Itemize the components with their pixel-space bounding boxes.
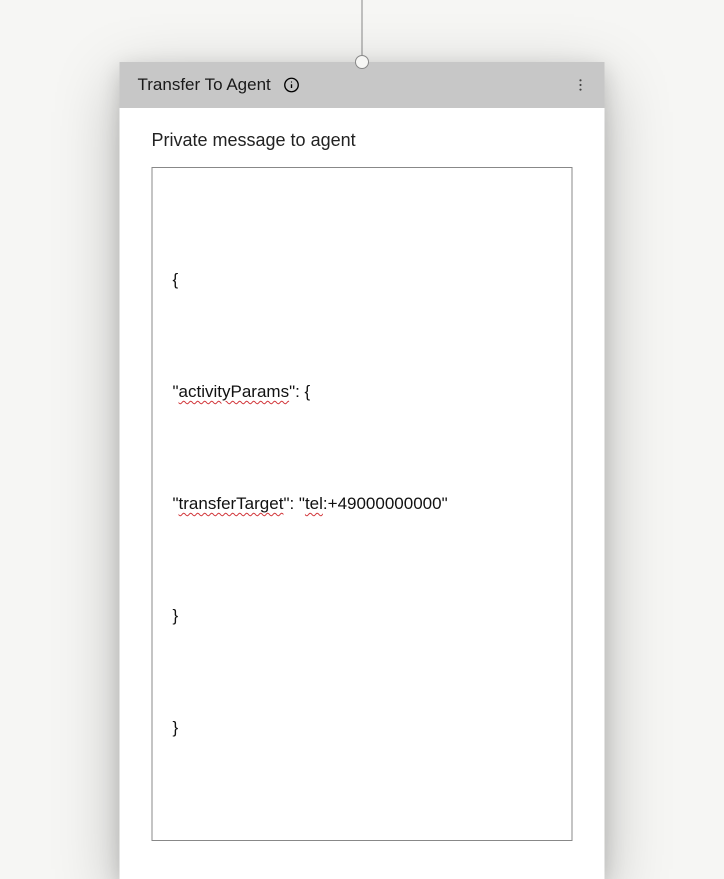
code-text: ": {	[289, 382, 310, 401]
code-text: :+49000000000"	[323, 494, 448, 513]
card-title: Transfer To Agent	[138, 75, 271, 95]
flow-connector-line	[362, 0, 363, 60]
code-text-spellcheck: activityParams	[179, 382, 290, 401]
code-text-spellcheck: transferTarget	[179, 494, 284, 513]
code-text: {	[173, 270, 179, 289]
code-text: ": "	[283, 494, 305, 513]
field-label: Private message to agent	[152, 130, 573, 151]
more-options-icon[interactable]	[571, 75, 591, 95]
private-message-textarea[interactable]: { "activityParams": { "transferTarget": …	[152, 167, 573, 841]
code-text-spellcheck: tel	[305, 494, 323, 513]
card-body: Private message to agent { "activityPara…	[120, 108, 605, 879]
info-icon[interactable]	[283, 76, 301, 94]
code-text: }	[173, 606, 179, 625]
transfer-to-agent-card: Transfer To Agent Private message to age…	[120, 62, 605, 879]
code-text: }	[173, 718, 179, 737]
flow-connector-node[interactable]	[355, 55, 369, 69]
